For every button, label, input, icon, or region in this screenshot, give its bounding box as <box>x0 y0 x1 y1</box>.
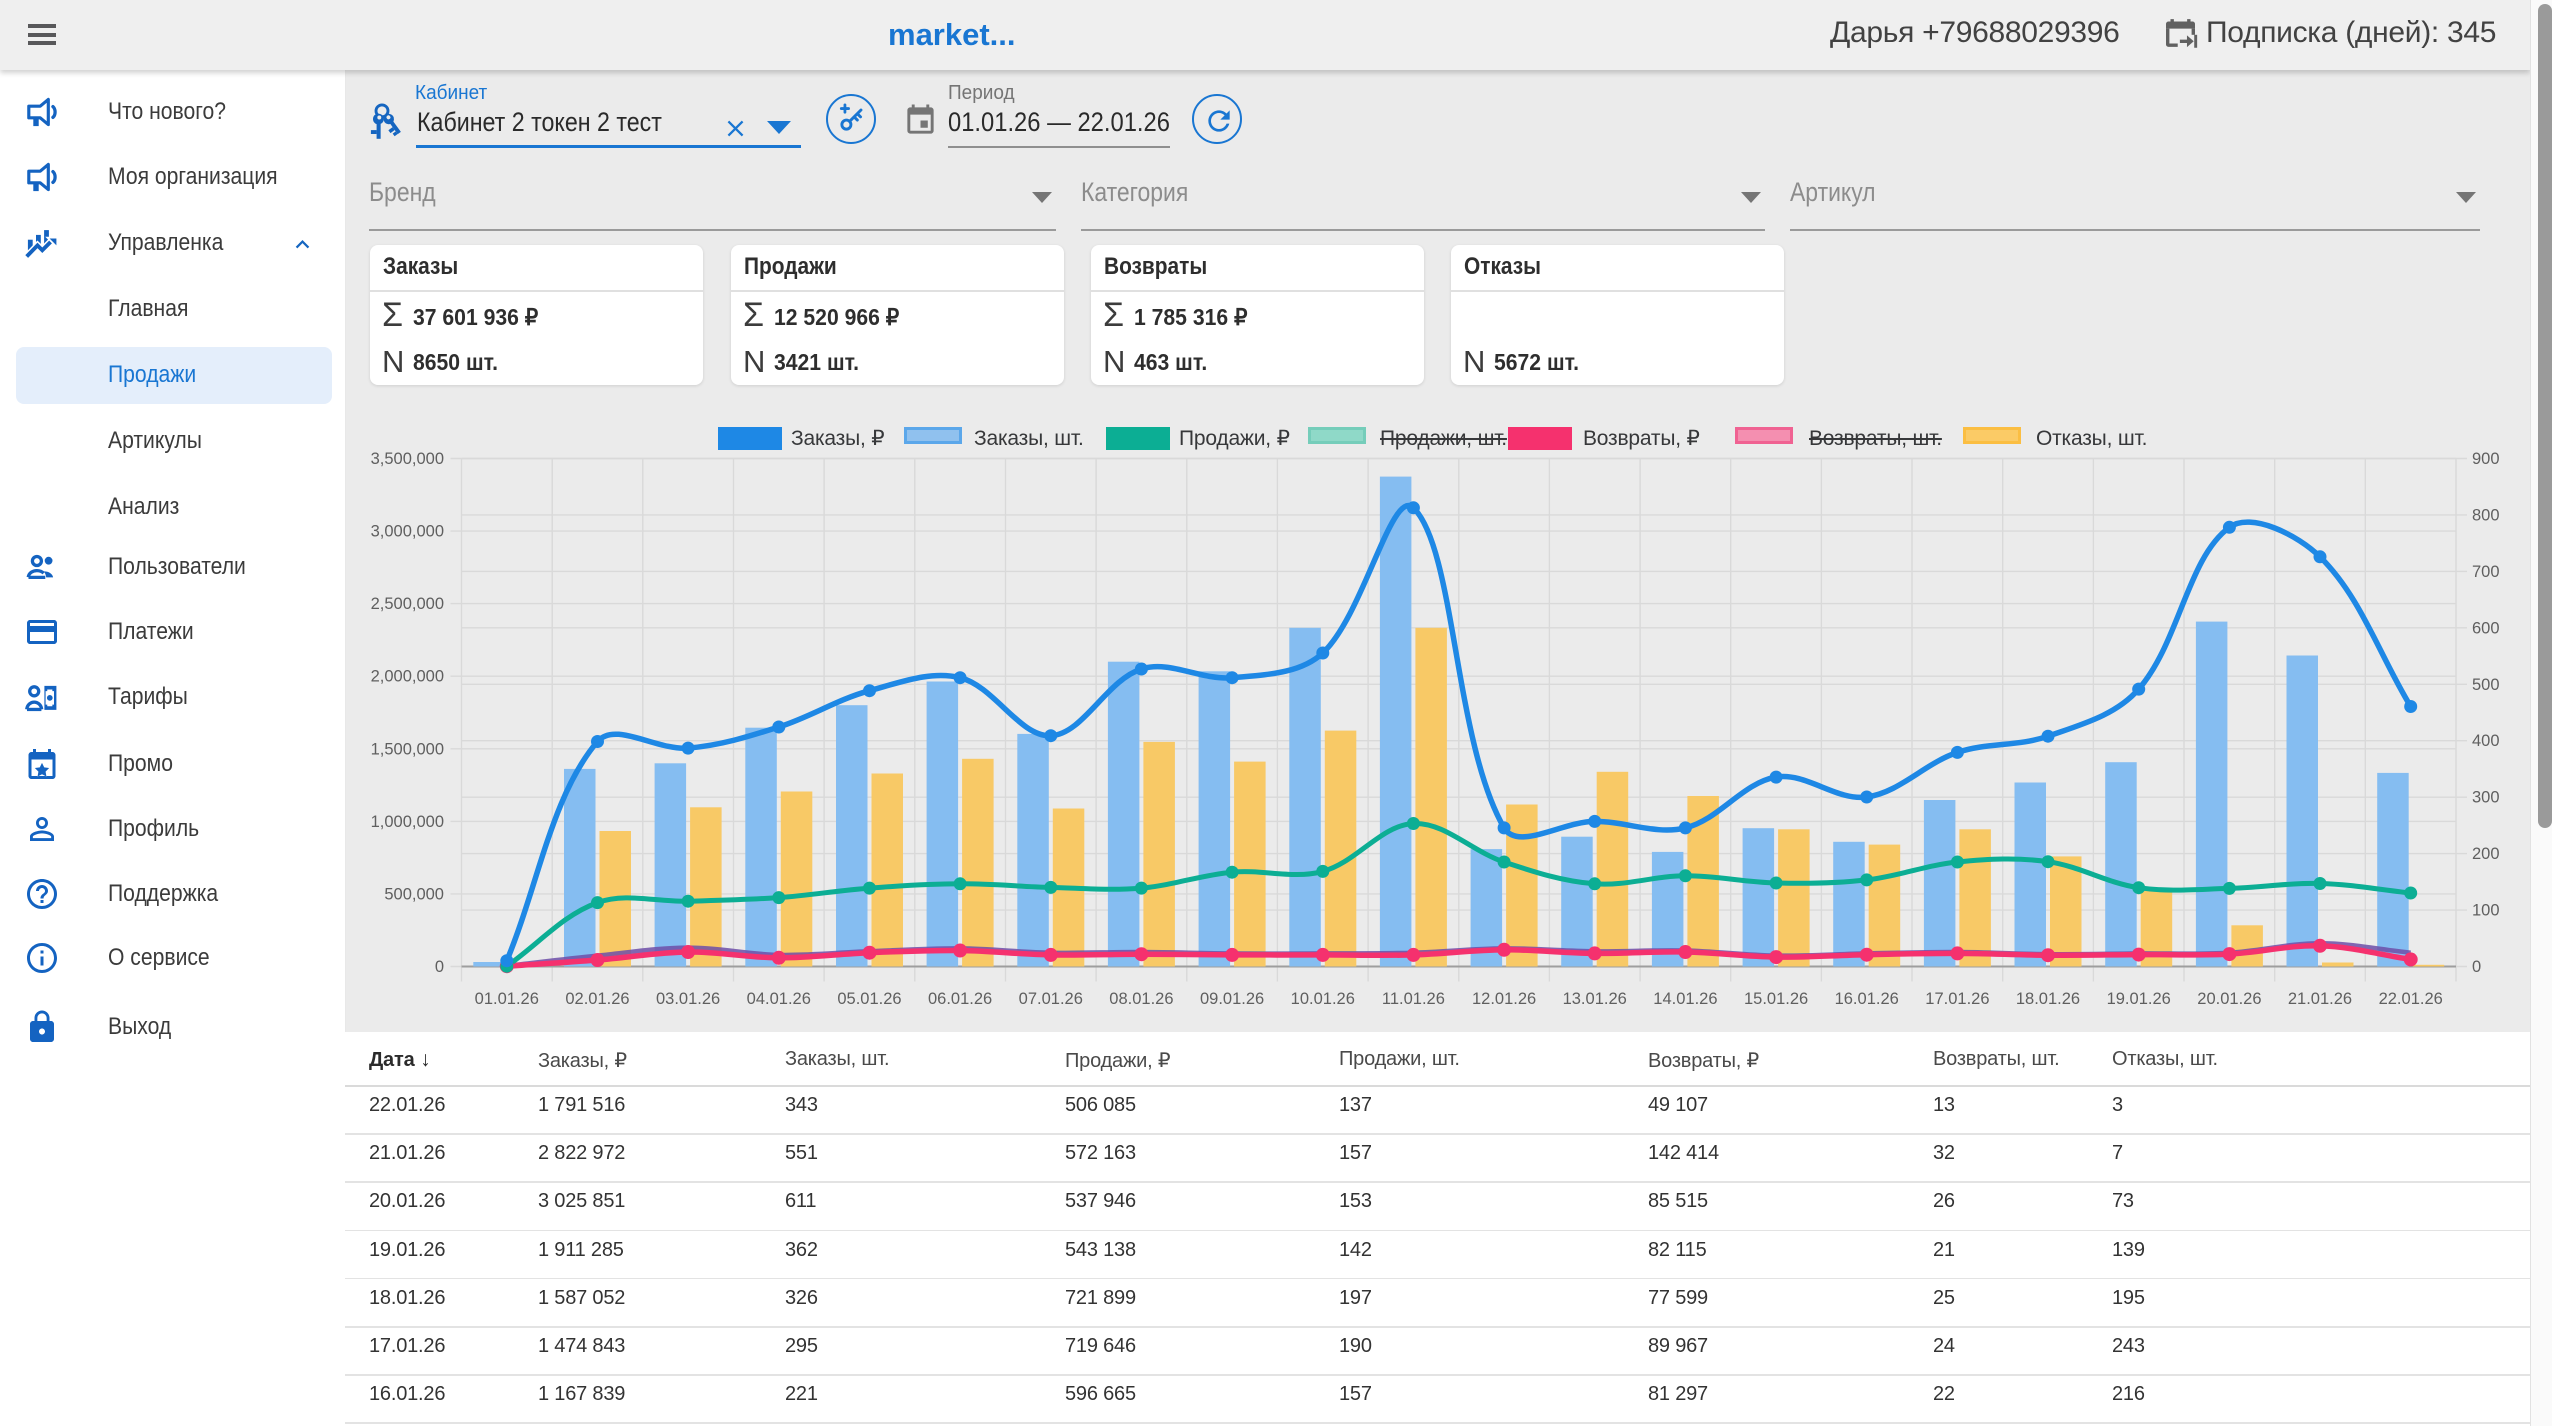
svg-text:0: 0 <box>435 958 444 976</box>
svg-text:3,000,000: 3,000,000 <box>371 523 444 541</box>
svg-text:07.01.26: 07.01.26 <box>1019 990 1083 1008</box>
svg-text:08.01.26: 08.01.26 <box>1109 990 1173 1008</box>
svg-text:400: 400 <box>2472 732 2500 750</box>
svg-text:17.01.26: 17.01.26 <box>1925 990 1989 1008</box>
svg-text:15.01.26: 15.01.26 <box>1744 990 1808 1008</box>
svg-text:22.01.26: 22.01.26 <box>2379 990 2443 1008</box>
svg-text:500: 500 <box>2472 676 2500 694</box>
svg-text:21.01.26: 21.01.26 <box>2288 990 2352 1008</box>
svg-text:500,000: 500,000 <box>384 885 444 903</box>
svg-text:06.01.26: 06.01.26 <box>928 990 992 1008</box>
svg-text:2,000,000: 2,000,000 <box>371 668 444 686</box>
svg-text:1,500,000: 1,500,000 <box>371 740 444 758</box>
svg-text:18.01.26: 18.01.26 <box>2016 990 2080 1008</box>
svg-text:100: 100 <box>2472 902 2500 920</box>
svg-text:1,000,000: 1,000,000 <box>371 813 444 831</box>
svg-text:13.01.26: 13.01.26 <box>1563 990 1627 1008</box>
svg-text:800: 800 <box>2472 506 2500 524</box>
svg-text:900: 900 <box>2472 450 2500 468</box>
svg-text:700: 700 <box>2472 563 2500 581</box>
svg-text:2,500,000: 2,500,000 <box>371 595 444 613</box>
svg-text:05.01.26: 05.01.26 <box>837 990 901 1008</box>
svg-text:3,500,000: 3,500,000 <box>371 450 444 468</box>
svg-text:0: 0 <box>2472 958 2481 976</box>
svg-text:14.01.26: 14.01.26 <box>1653 990 1717 1008</box>
svg-text:12.01.26: 12.01.26 <box>1472 990 1536 1008</box>
svg-text:600: 600 <box>2472 619 2500 637</box>
svg-text:09.01.26: 09.01.26 <box>1200 990 1264 1008</box>
svg-text:19.01.26: 19.01.26 <box>2107 990 2171 1008</box>
svg-text:20.01.26: 20.01.26 <box>2197 990 2261 1008</box>
svg-text:02.01.26: 02.01.26 <box>565 990 629 1008</box>
svg-text:03.01.26: 03.01.26 <box>656 990 720 1008</box>
svg-text:11.01.26: 11.01.26 <box>1382 990 1445 1008</box>
svg-text:200: 200 <box>2472 845 2500 863</box>
svg-text:16.01.26: 16.01.26 <box>1835 990 1899 1008</box>
svg-text:04.01.26: 04.01.26 <box>747 990 811 1008</box>
svg-text:300: 300 <box>2472 789 2500 807</box>
svg-text:10.01.26: 10.01.26 <box>1291 990 1355 1008</box>
svg-text:01.01.26: 01.01.26 <box>475 990 539 1008</box>
